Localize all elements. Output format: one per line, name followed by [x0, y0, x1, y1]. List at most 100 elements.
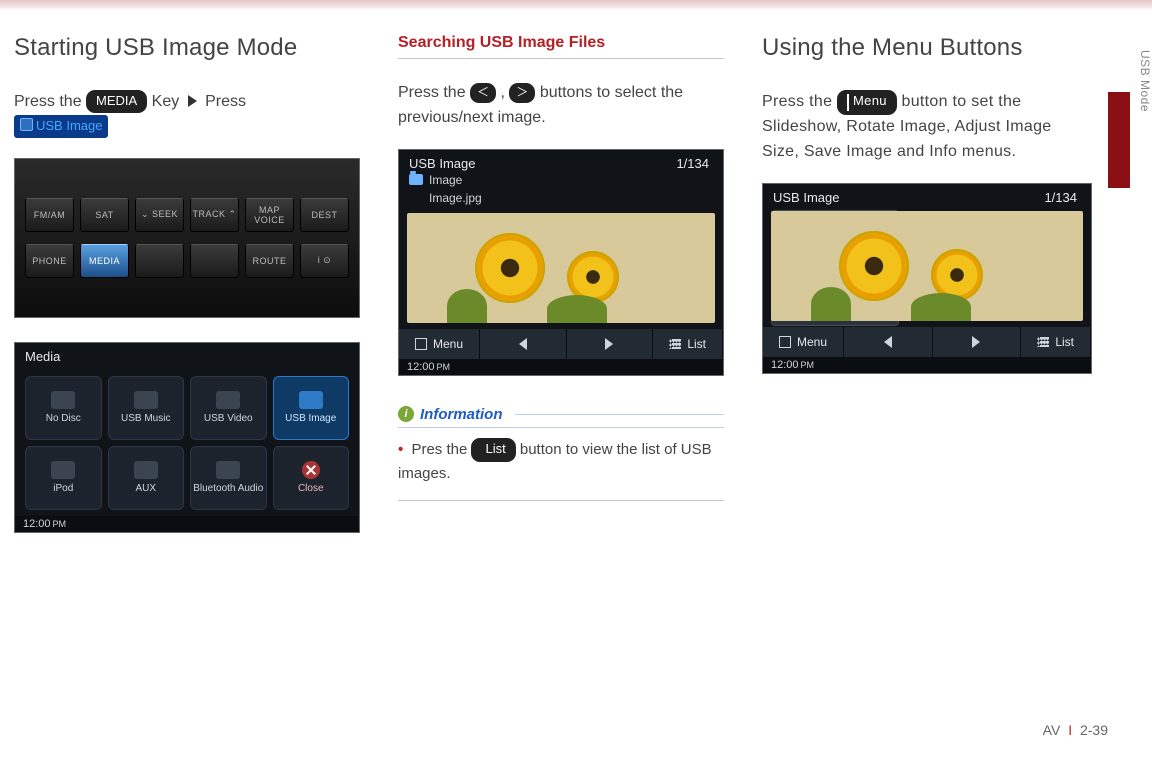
image-icon [299, 391, 323, 409]
viewer-title: USB Image [763, 184, 1091, 207]
tile-label: USB Music [121, 413, 170, 424]
hw-btn-sat: SAT [80, 198, 129, 232]
next-image-button[interactable] [933, 327, 1022, 357]
chapter-tab [1108, 92, 1130, 188]
clock-suffix: PM [53, 519, 67, 529]
information-label: Information [420, 406, 503, 423]
tile-label: Bluetooth Audio [193, 483, 263, 494]
tile-no-disc[interactable]: No Disc [25, 376, 102, 440]
hw-btn-seek: ⌄ SEEK [135, 198, 184, 232]
menu-button[interactable]: Menu [399, 329, 480, 359]
clock-time: 12:00 [407, 361, 435, 373]
tile-usb-video[interactable]: USB Video [190, 376, 267, 440]
menu-label: Menu [797, 335, 827, 349]
tile-usb-image[interactable]: USB Image [273, 376, 350, 440]
list-cap-label: List [485, 441, 505, 456]
bullet-dot: • [398, 441, 403, 458]
tile-label: iPod [53, 483, 73, 494]
media-key-cap: MEDIA [86, 90, 147, 113]
clock-bar: 12:00PM [399, 359, 723, 375]
step-arrow-icon [188, 95, 197, 107]
information-heading: i Information [398, 406, 724, 428]
media-screen-title: Media [15, 343, 359, 366]
information-text: • Pres the List button to view the list … [398, 438, 724, 502]
media-tile-grid: No Disc USB Music USB Video USB Image iP… [15, 366, 359, 516]
list-button-cap: List [471, 438, 515, 463]
tile-label: USB Video [204, 413, 253, 424]
tile-ipod[interactable]: iPod [25, 446, 102, 510]
clock-bar: 12:00PM [763, 357, 1091, 373]
instruction-start-usb: Press the MEDIA Key Press USB Image [14, 90, 360, 140]
tile-close[interactable]: Close [273, 446, 350, 510]
video-icon [216, 391, 240, 409]
hw-btn-blank1 [135, 244, 184, 278]
text-frag: Press the [762, 93, 837, 110]
tile-label: No Disc [46, 413, 81, 424]
info-badge-icon: i [398, 406, 414, 422]
list-label: List [1055, 335, 1074, 349]
column-3: Using the Menu Buttons Press the Menu bu… [762, 34, 1092, 533]
leaf-graphic [811, 287, 851, 321]
usb-image-menu-screenshot: USB Image 1/134 Slideshow Rotate Image A… [762, 183, 1092, 374]
footer-section: AV [1043, 722, 1061, 738]
instruction-prev-next: Press the ＜ , ＞ buttons to select the pr… [398, 81, 724, 131]
close-icon [302, 461, 320, 479]
leaf-graphic [911, 293, 971, 321]
viewer-filename-row: Image.jpg [399, 191, 723, 209]
hw-btn-fmam: FM/AM [25, 198, 74, 232]
text-frag: Press the [14, 93, 86, 110]
text-frag: Key [152, 93, 184, 110]
heading-using-menu-buttons: Using the Menu Buttons [762, 34, 1092, 62]
tile-aux[interactable]: AUX [108, 446, 185, 510]
clock-time: 12:00 [23, 518, 51, 530]
next-button-cap: ＞ [509, 83, 535, 103]
menu-button-cap: Menu [837, 90, 897, 115]
hw-btn-dest: DEST [300, 198, 349, 232]
menu-cap-label: Menu [853, 93, 887, 108]
chevron-right-icon [605, 338, 613, 350]
rule-line [515, 414, 725, 415]
menu-label: Menu [433, 337, 463, 351]
leaf-graphic [447, 289, 487, 323]
side-label-usb-mode: USB Mode [1138, 50, 1152, 112]
hw-btn-phone: PHONE [25, 244, 74, 278]
image-preview [771, 211, 1083, 321]
hw-btn-blank2 [190, 244, 239, 278]
clock-bar: 12:00PM [15, 516, 359, 532]
text-frag: Press [205, 93, 246, 110]
list-button[interactable]: List [1021, 327, 1091, 357]
tile-bluetooth-audio[interactable]: Bluetooth Audio [190, 446, 267, 510]
list-button[interactable]: List [653, 329, 723, 359]
image-counter: 1/134 [1044, 190, 1077, 205]
viewer-title: USB Image [399, 150, 723, 173]
menu-icon [415, 338, 427, 350]
chevron-right-icon [972, 336, 980, 348]
media-select-screenshot: Media No Disc USB Music USB Video USB Im… [14, 342, 360, 533]
aux-icon [134, 461, 158, 479]
image-preview [407, 213, 715, 323]
viewer-toolbar: Menu List [763, 327, 1091, 357]
menu-button[interactable]: Menu [763, 327, 844, 357]
usb-image-viewer-screenshot: USB Image Image Image.jpg 1/134 Menu Lis… [398, 149, 724, 376]
prev-image-button[interactable] [480, 329, 567, 359]
column-2: Searching USB Image Files Press the ＜ , … [398, 34, 724, 533]
list-label: List [687, 337, 706, 351]
prev-image-button[interactable] [844, 327, 933, 357]
hw-btn-info: i ⊙ [300, 244, 349, 278]
file-name: Image.jpg [429, 191, 482, 205]
hw-btn-media: MEDIA [80, 244, 129, 278]
disc-icon [51, 391, 75, 409]
next-image-button[interactable] [567, 329, 654, 359]
folder-icon [409, 174, 423, 185]
viewer-toolbar: Menu List [399, 329, 723, 359]
hw-row-1: FM/AM SAT ⌄ SEEK TRACK ⌃ MAP VOICE DEST [25, 198, 349, 232]
tile-label: Close [298, 483, 324, 494]
tile-usb-music[interactable]: USB Music [108, 376, 185, 440]
instruction-menu: Press the Menu button to set the Slidesh… [762, 90, 1092, 165]
list-icon [669, 339, 681, 349]
tile-label: AUX [135, 483, 156, 494]
text-frag: Pres the [411, 441, 471, 458]
text-frag: , [501, 84, 510, 101]
sunflower-graphic [839, 231, 909, 301]
bluetooth-icon [216, 461, 240, 479]
